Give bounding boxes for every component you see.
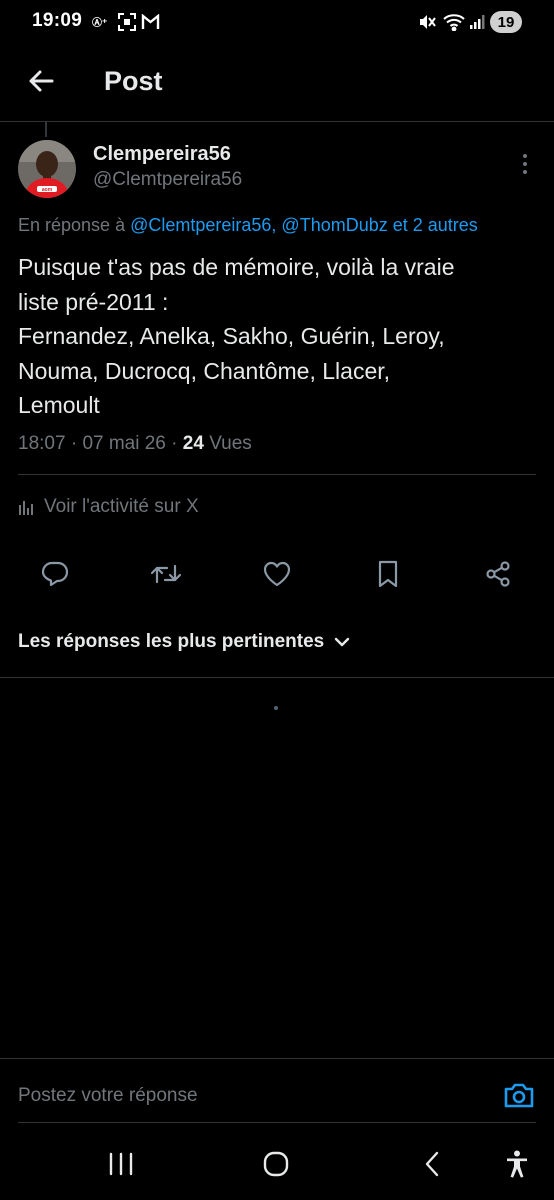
activity-label: Voir l'activité sur X: [44, 496, 199, 517]
chevron-left-icon: [425, 1151, 439, 1177]
post-text-line: Lemoult: [18, 392, 100, 418]
views-count: 24: [182, 433, 204, 454]
more-dot: [523, 154, 527, 158]
analytics-icon: [19, 501, 33, 515]
avatar[interactable]: aom: [18, 140, 76, 198]
post-text-line: Puisque t'as pas de mémoire, voilà la vr…: [18, 254, 455, 280]
composer-bottom-divider: [18, 1122, 536, 1123]
gmail-icon: [140, 12, 160, 32]
thread-connector: [45, 122, 47, 137]
reply-to-prefix: En réponse à: [18, 215, 126, 235]
camera-button[interactable]: [502, 1078, 536, 1112]
loading-indicator: [274, 706, 278, 710]
post-text-line: Nouma, Ducrocq, Chantôme, Llacer,: [18, 357, 391, 384]
repost-icon: [150, 564, 182, 584]
bookmark-icon: [378, 560, 398, 588]
author-handle[interactable]: @Clemtpereira56: [93, 169, 242, 191]
arrow-left-icon: [29, 70, 54, 92]
reply-button[interactable]: [39, 558, 71, 590]
more-options-button[interactable]: [514, 150, 536, 178]
sort-divider: [0, 677, 554, 678]
reply-input[interactable]: [18, 1080, 488, 1112]
post-date: 07 mai 26: [82, 433, 166, 454]
post-text: Puisque t'as pas de mémoire, voilà la vr…: [18, 250, 543, 423]
svg-text:Ⓐ⁺: Ⓐ⁺: [92, 16, 107, 29]
meta-divider: [18, 474, 536, 475]
home-icon: [263, 1151, 289, 1177]
composer-divider: [0, 1058, 554, 1059]
reply-to-line: En réponse à @Clemtpereira56, @ThomDubz …: [18, 215, 478, 236]
recent-apps-icon: [109, 1152, 133, 1176]
wifi-icon: [442, 12, 466, 32]
header-divider: [0, 121, 554, 122]
meta-separator: ·: [65, 433, 83, 454]
replies-sort-dropdown[interactable]: Les réponses les plus pertinentes: [18, 631, 350, 653]
svg-text:aom: aom: [42, 187, 53, 193]
cell-signal-icon: [468, 12, 486, 32]
home-button[interactable]: [254, 1144, 298, 1184]
screenshot-icon: [117, 12, 137, 32]
recent-apps-button[interactable]: [99, 1144, 143, 1184]
more-dot: [523, 170, 527, 174]
meta-separator: ·: [165, 433, 183, 454]
signal-icon: Ⓐ⁺: [91, 12, 113, 32]
status-bar: 19:09 Ⓐ⁺ 19: [0, 0, 554, 44]
chevron-down-icon: [335, 637, 350, 647]
accessibility-icon: [507, 1150, 527, 1178]
accessibility-button[interactable]: [495, 1144, 539, 1184]
view-activity-link[interactable]: Voir l'activité sur X: [18, 496, 199, 518]
bookmark-button[interactable]: [372, 558, 404, 590]
reply-to-mentions[interactable]: @Clemtpereira56, @ThomDubz et 2 autres: [130, 215, 478, 235]
like-button[interactable]: [261, 558, 293, 590]
reply-icon: [41, 561, 69, 587]
more-dot: [523, 162, 527, 166]
share-icon: [486, 561, 510, 587]
camera-icon: [504, 1083, 534, 1108]
status-time: 19:09: [32, 10, 83, 31]
post-text-line: Fernandez, Anelka, Sakho, Guérin, Leroy,: [18, 323, 445, 349]
views-label[interactable]: Vues: [209, 433, 252, 454]
mute-icon: [418, 12, 436, 32]
sort-label: Les réponses les plus pertinentes: [18, 631, 325, 652]
repost-button[interactable]: [150, 558, 182, 590]
page-title: Post: [104, 66, 163, 96]
back-button[interactable]: [22, 60, 60, 102]
post-text-line: liste pré-2011 :: [18, 288, 169, 315]
author-display-name[interactable]: Clempereira56: [93, 143, 231, 166]
system-back-button[interactable]: [410, 1144, 454, 1184]
post-meta: 18:07 · 07 mai 26 · 24 Vues: [18, 433, 252, 455]
battery-indicator: 19: [490, 11, 522, 33]
share-button[interactable]: [482, 558, 514, 590]
post-time: 18:07: [18, 433, 66, 454]
like-icon: [263, 561, 291, 587]
